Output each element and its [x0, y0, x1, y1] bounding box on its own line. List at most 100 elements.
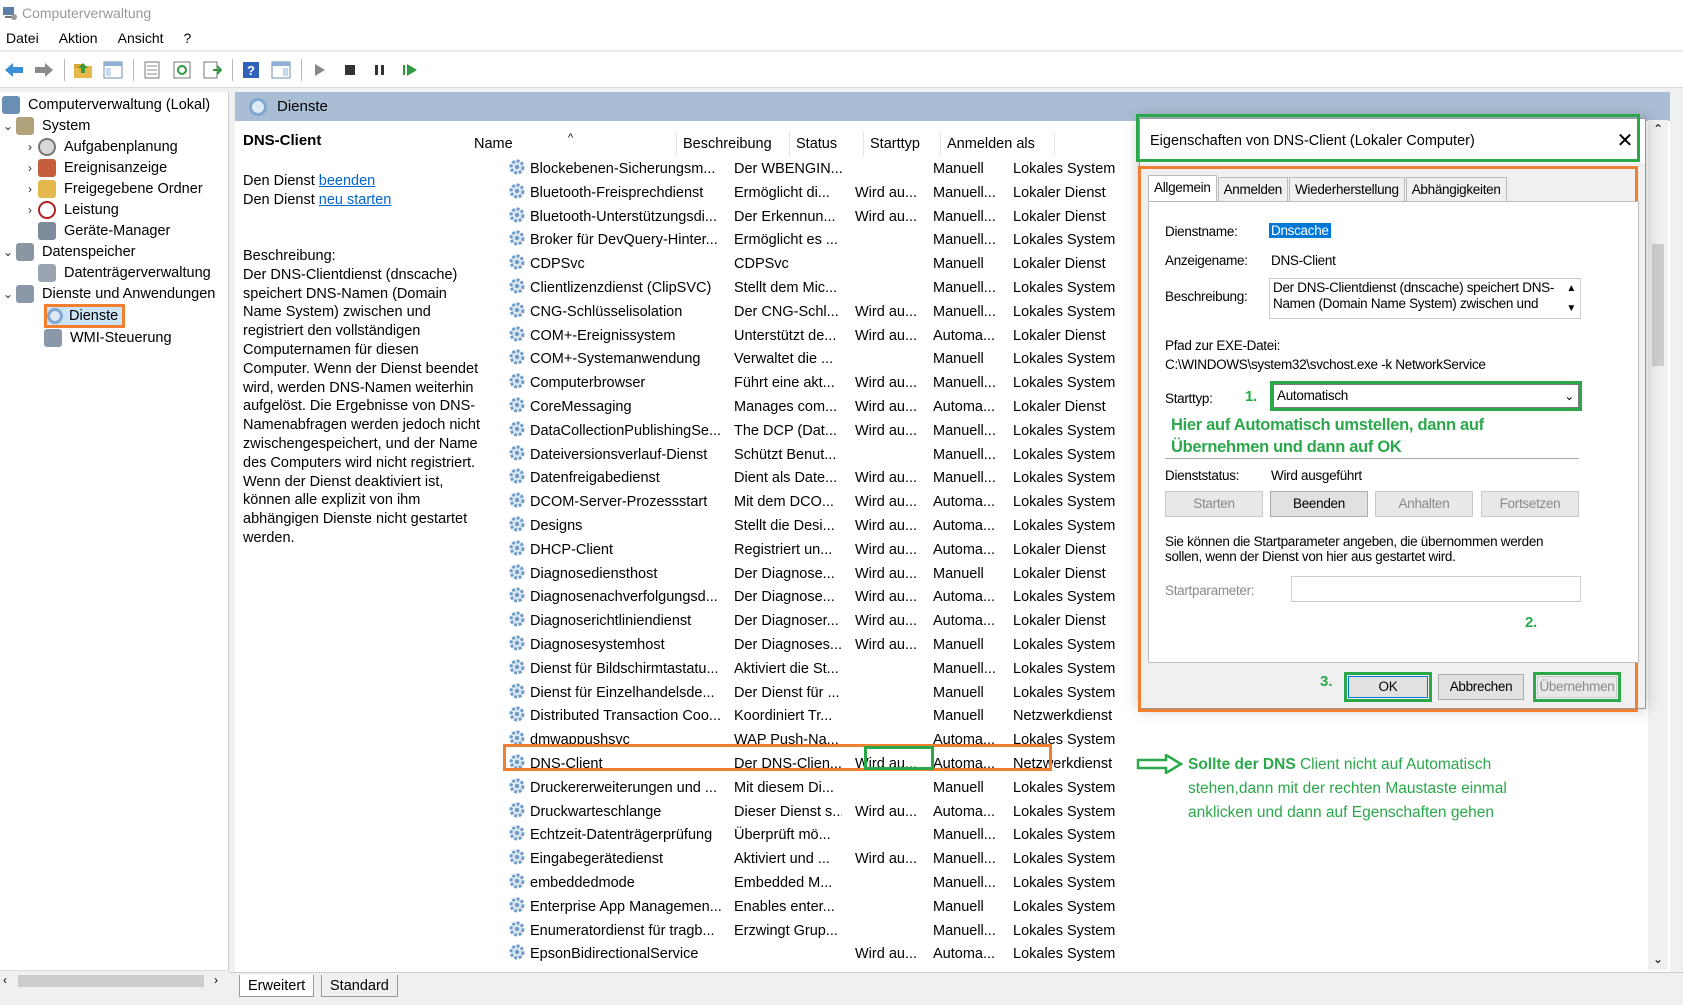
ok-button[interactable]: OK	[1348, 676, 1428, 698]
menu-ansicht[interactable]: Ansicht	[118, 30, 164, 46]
tree-item-dienste-anwendungen[interactable]: ⌄ Dienste und Anwendungen	[0, 283, 217, 305]
column-starttyp[interactable]: Starttyp	[864, 132, 941, 156]
beschreibung-textbox[interactable]: Der DNS-Clientdienst (dnscache) speicher…	[1269, 278, 1581, 319]
tree-item-geraete-manager[interactable]: Geräte-Manager	[38, 220, 172, 242]
tree-horizontal-scrollbar[interactable]: ‹ ›	[0, 970, 229, 990]
forward-arrow-icon[interactable]	[32, 58, 56, 82]
column-description[interactable]: Beschreibung	[677, 132, 790, 156]
stop-icon[interactable]	[338, 58, 362, 82]
column-name[interactable]: Name ^	[468, 132, 677, 156]
resume-button[interactable]: Fortsetzen	[1481, 491, 1579, 517]
expand-chevron-icon[interactable]: ›	[22, 161, 38, 175]
tab-erweitert[interactable]: Erweitert	[239, 975, 315, 997]
tree-item-wmi[interactable]: WMI-Steuerung	[44, 327, 174, 349]
table-row[interactable]: Bluetooth-Freisprechdienst Ermöglicht di.…	[235, 182, 1235, 206]
table-row[interactable]: embeddedmode Embedded M... Manuell... Lokal…	[235, 872, 1235, 896]
table-row[interactable]: CoreMessaging Manages com... Wird au... Aut…	[235, 396, 1235, 420]
menu-aktion[interactable]: Aktion	[59, 30, 98, 46]
back-arrow-icon[interactable]	[2, 58, 26, 82]
menu-help[interactable]: ?	[184, 30, 192, 46]
tree-item-ereignisanzeige[interactable]: › Ereignisanzeige	[22, 157, 169, 179]
scroll-down-icon[interactable]: ⌄	[1653, 952, 1663, 966]
table-row[interactable]: Druckwarteschlange Dieser Dienst s... Wird…	[235, 801, 1235, 825]
collapse-chevron-icon[interactable]: ⌄	[0, 287, 16, 301]
show-tree-icon[interactable]	[101, 58, 125, 82]
table-row[interactable]: Dateiversionsverlauf-Dienst Schützt Benut…	[235, 444, 1235, 468]
scrollbar-thumb[interactable]	[1652, 244, 1664, 366]
table-row[interactable]: Diagnosenachverfolgungsd... Der Diagnose.…	[235, 586, 1235, 610]
table-row[interactable]: Datenfreigabedienst Dient als Date... Wird…	[235, 467, 1235, 491]
table-row[interactable]: EpsonBidirectionalService Wird au... Autom…	[235, 943, 1235, 967]
table-row[interactable]: Dienst für Bildschirmtastatu... Aktiviert…	[235, 658, 1235, 682]
table-row[interactable]: CDPSvc CDPSvc Manuell Lokaler Dienst	[235, 253, 1235, 277]
tree-item-leistung[interactable]: › Leistung	[22, 199, 121, 221]
table-row[interactable]: Distributed Transaction Coo... Koordinier…	[235, 705, 1235, 729]
table-row[interactable]: Broker für DevQuery-Hinter... Ermöglicht …	[235, 229, 1235, 253]
properties-icon[interactable]	[140, 58, 164, 82]
table-row[interactable]: COM+-Ereignissystem Unterstützt de... Wird…	[235, 325, 1235, 349]
table-row[interactable]: DHCP-Client Registriert un... Wird au... Au…	[235, 539, 1235, 563]
export-list-icon[interactable]	[200, 58, 224, 82]
table-row[interactable]: Diagnoserichtliniendienst Der Diagnoser..…	[235, 610, 1235, 634]
tab-wiederherstellung[interactable]: Wiederherstellung	[1288, 177, 1405, 201]
expand-chevron-icon[interactable]: ›	[22, 140, 38, 154]
pause-icon[interactable]	[368, 58, 392, 82]
table-row[interactable]: Diagnosediensthost Der Diagnose... Wird au…	[235, 563, 1235, 587]
services-vertical-scrollbar[interactable]: ⌃ ⌄	[1648, 120, 1668, 970]
table-row[interactable]: Echtzeit-Datenträgerprüfung Überprüft mö.…	[235, 824, 1235, 848]
table-row[interactable]: Designs Stellt die Desi... Wird au... Autom…	[235, 515, 1235, 539]
table-row[interactable]: Dienst für Einzelhandelsde... Der Dienst …	[235, 682, 1235, 706]
scroll-left-icon[interactable]: ‹	[3, 973, 7, 987]
tab-standard[interactable]: Standard	[321, 975, 398, 997]
tree-item-dienste[interactable]: Dienste	[44, 304, 126, 328]
menu-datei[interactable]: Datei	[6, 30, 39, 46]
refresh-icon[interactable]	[170, 58, 194, 82]
table-row[interactable]: COM+-Systemanwendung Verwaltet die ... Man…	[235, 348, 1235, 372]
table-row[interactable]: Druckererweiterungen und ... Mit diesem D…	[235, 777, 1235, 801]
table-row[interactable]: Blockebenen-Sicherungsm... Der WBENGIN...…	[235, 158, 1235, 182]
table-row[interactable]: CNG-Schlüsselisolation Der CNG-Schl... Wir…	[235, 301, 1235, 325]
collapse-chevron-icon[interactable]: ⌄	[0, 119, 16, 133]
table-row[interactable]: Clientlizenzdienst (ClipSVC) Stellt dem M…	[235, 277, 1235, 301]
scroll-down-icon[interactable]: ▼	[1566, 301, 1576, 317]
tree-item-datenspeicher[interactable]: ⌄ Datenspeicher	[0, 241, 138, 263]
scroll-up-icon[interactable]: ▲	[1566, 281, 1576, 297]
table-row[interactable]: DataCollectionPublishingSe... The DCP (Da…	[235, 420, 1235, 444]
start-button[interactable]: Starten	[1165, 491, 1263, 517]
table-row[interactable]: Bluetooth-Unterstützungsdi... Der Erkennu…	[235, 206, 1235, 230]
starttyp-select[interactable]: Automatisch ⌄	[1273, 384, 1579, 408]
table-row[interactable]: Diagnosesystemhost Der Diagnoses... Wird a…	[235, 634, 1235, 658]
show-action-pane-icon[interactable]	[269, 58, 293, 82]
scrollbar-thumb[interactable]	[18, 975, 204, 987]
tree-item-root[interactable]: Computerverwaltung (Lokal)	[2, 94, 212, 116]
dienstname-value[interactable]: Dnscache	[1269, 223, 1331, 238]
collapse-chevron-icon[interactable]: ⌄	[0, 245, 16, 259]
table-row[interactable]: Enumeratordienst für tragb... Erzwingt Gr…	[235, 920, 1235, 944]
tree-item-freigegebene-ordner[interactable]: › Freigegebene Ordner	[22, 178, 205, 200]
tab-allgemein[interactable]: Allgemein	[1148, 175, 1217, 201]
table-row[interactable]: Computerbrowser Führt eine akt... Wird au.…	[235, 372, 1235, 396]
tree-item-aufgabenplanung[interactable]: › Aufgabenplanung	[22, 136, 180, 158]
help-icon[interactable]: ?	[239, 58, 263, 82]
scroll-right-icon[interactable]: ›	[214, 973, 218, 987]
tab-anmelden[interactable]: Anmelden	[1217, 177, 1288, 201]
resume-icon[interactable]	[398, 58, 422, 82]
table-row[interactable]: Enterprise App Managemen... Enables enter…	[235, 896, 1235, 920]
column-status[interactable]: Status	[790, 132, 864, 156]
expand-chevron-icon[interactable]: ›	[22, 182, 38, 196]
tab-abhaengigkeiten[interactable]: Abhängigkeiten	[1405, 177, 1507, 201]
table-row[interactable]: Eingabegerätedienst Aktiviert und ... Wird…	[235, 848, 1235, 872]
play-icon[interactable]	[308, 58, 332, 82]
startparameter-input[interactable]	[1291, 576, 1581, 602]
tree-item-datentraeger[interactable]: Datenträgerverwaltung	[38, 262, 213, 284]
apply-button[interactable]: Übernehmen	[1537, 676, 1617, 698]
cancel-button[interactable]: Abbrechen	[1438, 674, 1524, 700]
up-folder-icon[interactable]	[71, 58, 95, 82]
stop-button[interactable]: Beenden	[1270, 491, 1368, 517]
expand-chevron-icon[interactable]: ›	[22, 203, 38, 217]
pause-button[interactable]: Anhalten	[1375, 491, 1473, 517]
column-anmelden[interactable]: Anmelden als	[941, 132, 1055, 156]
scroll-up-icon[interactable]: ⌃	[1653, 122, 1663, 136]
tree-item-system[interactable]: ⌄ System	[0, 115, 92, 137]
table-row[interactable]: DCOM-Server-Prozessstart Mit dem DCO... Wi…	[235, 491, 1235, 515]
